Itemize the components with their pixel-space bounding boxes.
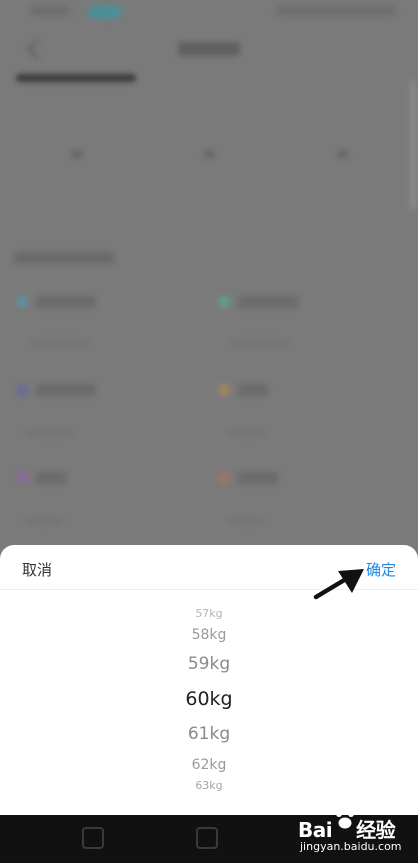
paw-icon (336, 808, 354, 829)
background-item-sub (26, 518, 62, 524)
status-bar (0, 0, 418, 26)
weight-picker-wheel[interactable]: 57kg 58kg 59kg 60kg 61kg 62kg 63kg (0, 600, 418, 815)
background-item-sub (228, 518, 264, 524)
back-arrow-icon (27, 39, 47, 59)
status-pill (88, 5, 122, 19)
background-dot (72, 150, 82, 158)
background-app (0, 0, 418, 560)
background-item-sub (228, 430, 266, 436)
background-item-icon (16, 472, 28, 484)
background-tab-underline (16, 74, 136, 82)
background-item (36, 384, 96, 396)
picker-option[interactable]: 62kg (0, 757, 418, 773)
picker-option[interactable]: 59kg (0, 654, 418, 674)
background-item (238, 472, 278, 484)
weight-picker-sheet: 取消 确定 57kg 58kg 59kg 60kg 61kg 62kg 63kg (0, 545, 418, 815)
picker-option[interactable]: 61kg (0, 724, 418, 744)
baidu-jingyan-watermark: Bai 经验 jingyan.baidu.com (298, 806, 416, 858)
picker-option[interactable]: 57kg (0, 607, 418, 620)
picker-option[interactable]: 58kg (0, 627, 418, 643)
background-item-icon (218, 384, 230, 396)
background-title (178, 42, 240, 56)
background-item (238, 384, 268, 396)
background-item (36, 296, 96, 308)
background-dot (204, 150, 214, 158)
background-item-icon (218, 472, 230, 484)
confirm-button[interactable]: 确定 (366, 559, 396, 580)
sheet-header: 取消 确定 (0, 545, 418, 600)
background-item-sub (30, 340, 90, 346)
background-item-icon (16, 296, 28, 308)
background-section-header (14, 252, 114, 264)
background-item-sub (230, 340, 290, 346)
background-item-sub (26, 430, 74, 436)
status-time (30, 6, 70, 16)
background-item-icon (16, 384, 28, 396)
background-item (238, 296, 298, 308)
pointer-arrow-icon (313, 569, 364, 600)
picker-option[interactable]: 63kg (0, 779, 418, 792)
watermark-site: jingyan.baidu.com (300, 840, 402, 853)
cancel-button[interactable]: 取消 (22, 559, 52, 580)
nav-menu-button[interactable] (82, 827, 104, 849)
background-item-icon (218, 296, 230, 308)
status-icons (276, 6, 396, 16)
background-item (36, 472, 66, 484)
background-scrollbar (410, 80, 416, 210)
nav-home-button[interactable] (196, 827, 218, 849)
picker-option-selected[interactable]: 60kg (0, 688, 418, 710)
background-dot (338, 150, 348, 158)
